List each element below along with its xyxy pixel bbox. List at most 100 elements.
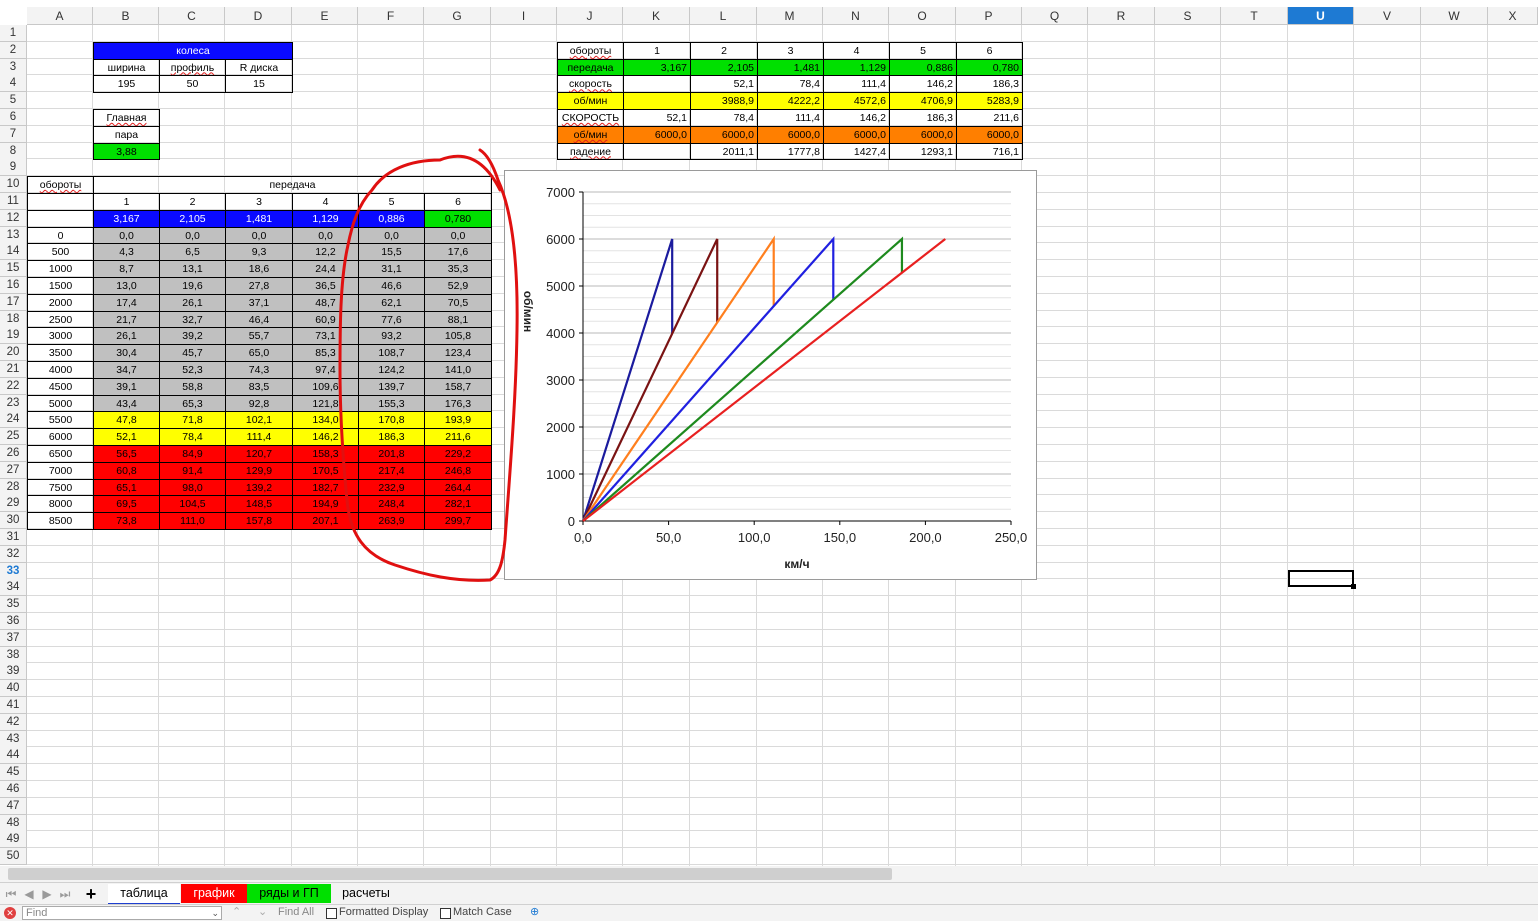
speed-value[interactable]: 201,8 [358,445,425,463]
spreadsheet-grid[interactable]: ABCDEFGIJKLMNOPQRSTUVWX 1 2 3 4 5 6 7 8 9 10 11 12 1… [0,0,1538,866]
rpm-value[interactable]: 2500 [27,310,94,329]
shift-value[interactable]: 6000,0 [690,125,758,144]
speed-value[interactable]: 186,3 [358,428,425,446]
gear-ratio[interactable]: 1,129 [292,209,359,228]
wheels-value[interactable]: 195 [93,75,160,94]
gear-header[interactable]: передача [93,176,492,194]
speed-value[interactable]: 85,3 [292,344,359,362]
speed-value[interactable]: 9,3 [225,243,293,262]
column-header-o[interactable]: O [889,7,956,25]
row-header-28[interactable]: 28 [0,478,27,496]
speed-value[interactable]: 69,5 [93,495,160,514]
row-header-22[interactable]: 22 [0,377,27,395]
main-pair-label[interactable]: Главная [93,109,160,127]
column-header-g[interactable]: G [424,7,491,25]
column-header-v[interactable]: V [1354,7,1421,25]
speed-value[interactable]: 248,4 [358,495,425,514]
shift-value[interactable]: 0,780 [956,58,1023,77]
row-header-34[interactable]: 34 [0,579,27,597]
row-header-41[interactable]: 41 [0,697,27,714]
speed-value[interactable]: 65,3 [159,394,226,413]
shift-value[interactable]: 2 [690,41,758,60]
speed-value[interactable]: 84,9 [159,445,226,463]
add-sheet-icon[interactable]: + [84,885,98,903]
wheels-title[interactable]: колеса [93,41,293,60]
column-header-m[interactable]: M [757,7,823,25]
column-header-i[interactable]: I [491,7,557,25]
speed-value[interactable]: 108,7 [358,344,425,362]
find-replace-icon[interactable]: ⊕ [530,905,539,918]
shift-value[interactable]: 4 [823,41,890,60]
wheels-value[interactable]: 15 [225,75,293,94]
speed-value[interactable]: 31,1 [358,260,425,278]
speed-value[interactable]: 37,1 [225,293,293,312]
speed-value[interactable]: 207,1 [292,512,359,530]
speed-value[interactable]: 45,7 [159,344,226,362]
wheels-value[interactable]: 50 [159,75,226,94]
row-header-18[interactable]: 18 [0,310,27,328]
shift-value[interactable]: 146,2 [823,109,890,127]
active-cell-u33[interactable] [1288,570,1356,589]
shift-value[interactable]: 4572,6 [823,92,890,110]
row-header-29[interactable]: 29 [0,495,27,513]
shift-value[interactable]: 52,1 [623,109,691,127]
speed-value[interactable]: 148,5 [225,495,293,514]
formatted-display-checkbox[interactable] [326,908,337,919]
row-header-1[interactable]: 1 [0,25,27,42]
speed-value[interactable]: 60,9 [292,310,359,329]
rpm-value[interactable]: 7500 [27,478,94,497]
speed-value[interactable]: 39,1 [93,377,160,396]
blank-cell[interactable] [27,209,94,228]
speed-value[interactable]: 17,4 [93,293,160,312]
rpm-value[interactable]: 1000 [27,260,94,278]
speed-value[interactable]: 193,9 [424,411,492,430]
shift-value[interactable]: 1777,8 [757,142,824,161]
row-header-3[interactable]: 3 [0,58,27,76]
row-header-16[interactable]: 16 [0,277,27,294]
gear-number[interactable]: 3 [225,193,293,211]
speed-value[interactable]: 0,0 [159,226,226,245]
rpm-value[interactable]: 8000 [27,495,94,514]
row-header-50[interactable]: 50 [0,848,27,866]
row-header-6[interactable]: 6 [0,109,27,126]
speed-value[interactable]: 139,2 [225,478,293,497]
speed-value[interactable]: 109,6 [292,377,359,396]
wheels-header[interactable]: ширина [93,58,160,77]
shift-value[interactable]: 6000,0 [757,125,824,144]
row-header-43[interactable]: 43 [0,730,27,748]
shift-value[interactable]: 1 [623,41,691,60]
rpm-speed-chart[interactable]: 0 1000 2000 3000 4000 5000 6000 7000 0,0 50,0 100,… [504,170,1037,580]
shift-value[interactable]: 6000,0 [956,125,1023,144]
row-header-45[interactable]: 45 [0,764,27,782]
row-header-24[interactable]: 24 [0,411,27,429]
shift-value[interactable]: 3,167 [623,58,691,77]
shift-value[interactable] [623,92,691,110]
speed-value[interactable]: 74,3 [225,361,293,379]
speed-value[interactable]: 8,7 [93,260,160,278]
speed-value[interactable]: 83,5 [225,377,293,396]
speed-value[interactable]: 65,1 [93,478,160,497]
shift-value[interactable]: 78,4 [690,109,758,127]
speed-value[interactable]: 182,7 [292,478,359,497]
shift-row-label[interactable]: скорость [557,75,624,94]
shift-value[interactable]: 5283,9 [956,92,1023,110]
prev-sheet-icon[interactable]: ◀ [22,886,36,902]
row-header-36[interactable]: 36 [0,613,27,630]
speed-value[interactable]: 71,8 [159,411,226,430]
row-header-25[interactable]: 25 [0,428,27,446]
sheet-tab-3[interactable]: ряды и ГП [247,884,331,903]
speed-value[interactable]: 98,0 [159,478,226,497]
row-header-2[interactable]: 2 [0,41,27,59]
shift-value[interactable]: 111,4 [757,109,824,127]
speed-value[interactable]: 15,5 [358,243,425,262]
wheels-header[interactable]: профиль [159,58,226,77]
column-header-e[interactable]: E [292,7,358,25]
speed-value[interactable]: 43,4 [93,394,160,413]
shift-row-label[interactable]: передача [557,58,624,77]
find-all-button[interactable]: Find All [278,906,314,918]
row-header-12[interactable]: 12 [0,209,27,227]
row-header-7[interactable]: 7 [0,125,27,143]
speed-value[interactable]: 217,4 [358,461,425,480]
shift-value[interactable] [623,75,691,94]
column-header-q[interactable]: Q [1022,7,1088,25]
